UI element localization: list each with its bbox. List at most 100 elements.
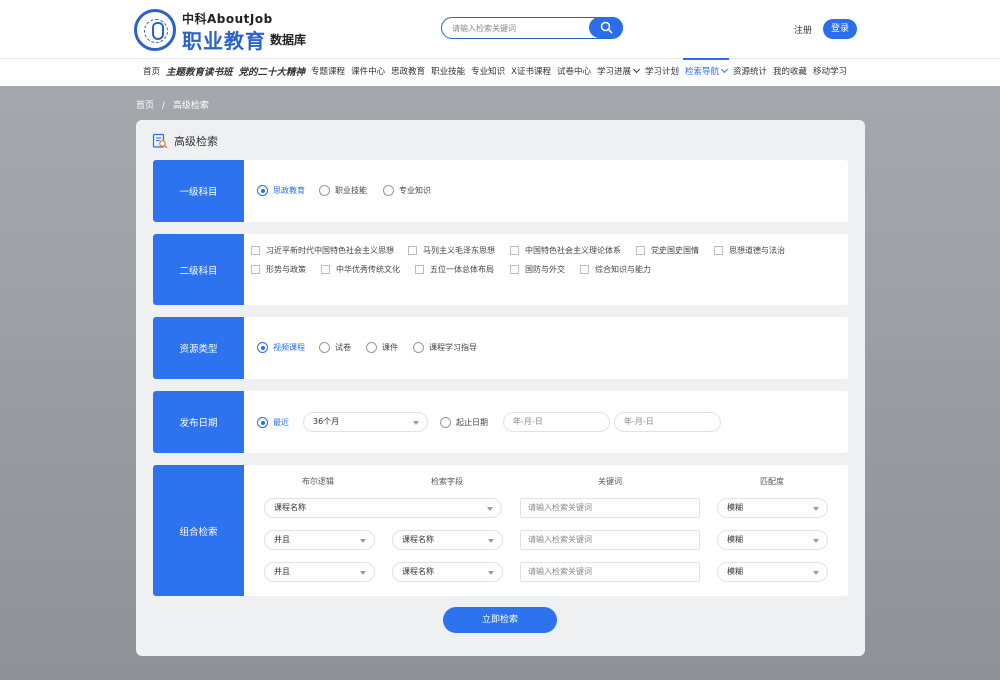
checkbox-icon	[636, 246, 645, 255]
nav-item-progress-label: 学习进展	[596, 67, 631, 77]
nav-item-x-cert[interactable]: X证书课程	[511, 59, 551, 86]
bool-select-3[interactable]: 并且	[264, 562, 375, 582]
select-value: 并且	[274, 567, 290, 576]
search-input[interactable]	[452, 21, 587, 35]
field-select-1[interactable]: 课程名称	[264, 498, 502, 518]
level2-subject-row: 二级科目 习近平新时代中国特色社会主义思想 马列主义毛泽东思想 中国特色社会主义…	[153, 234, 848, 305]
nav-item-stats[interactable]: 资源统计	[733, 59, 767, 86]
panel-header: 高级检索	[152, 132, 218, 150]
login-button[interactable]: 登录	[823, 19, 857, 39]
level2-option-defense[interactable]: 国防与外交	[510, 264, 565, 275]
level1-subject-label: 一级科目	[153, 160, 244, 222]
nav-item-plan[interactable]: 学习计划	[645, 59, 679, 86]
option-label: 课程学习指导	[429, 343, 477, 352]
nav-bar: 首页 主题教育读书班 党的二十大精神 专题课程 课件中心 思政教育 职业技能 专…	[0, 58, 1000, 86]
nav-item-professional[interactable]: 专业知识	[471, 59, 505, 86]
dropdown-arrow-icon	[813, 571, 819, 575]
checkbox-icon	[510, 246, 519, 255]
level2-option-policy[interactable]: 形势与政策	[251, 264, 306, 275]
start-date-input[interactable]: 年-月-日	[503, 412, 610, 432]
option-label: 专业知识	[399, 186, 431, 195]
combined-search-label: 组合检索	[153, 465, 244, 596]
nav-item-exams[interactable]: 试卷中心	[557, 59, 591, 86]
nav-item-search-nav-label: 检索导航	[685, 67, 720, 77]
date-option-recent[interactable]: 最近	[257, 417, 289, 428]
option-label: 视频课程	[273, 343, 305, 352]
logo[interactable]: 中科AboutJob 职业教育 数据库	[134, 7, 314, 53]
level2-option-history[interactable]: 党史国史国情	[636, 245, 699, 256]
main-nav: 首页 主题教育读书班 党的二十大精神 专题课程 课件中心 思政教育 职业技能 专…	[143, 58, 853, 86]
level2-option-culture[interactable]: 中华优秀传统文化	[321, 264, 400, 275]
resource-type-row: 资源类型 视频课程 试卷 课件 课程学习指导	[153, 317, 848, 379]
nav-item-theme-study[interactable]: 主题教育读书班	[166, 59, 233, 86]
checkbox-icon	[580, 265, 589, 274]
resource-option-guide[interactable]: 课程学习指导	[413, 342, 477, 353]
option-label: 五位一体总体布局	[430, 265, 494, 274]
dropdown-arrow-icon	[487, 507, 493, 511]
dropdown-arrow-icon	[488, 539, 494, 543]
radio-icon	[383, 185, 394, 196]
option-label: 形势与政策	[266, 265, 306, 274]
option-label: 国防与外交	[525, 265, 565, 274]
bool-select-2[interactable]: 并且	[264, 530, 375, 550]
nav-item-skills[interactable]: 职业技能	[431, 59, 465, 86]
level1-option-professional[interactable]: 专业知识	[383, 185, 431, 196]
level1-option-ideology[interactable]: 思政教育	[257, 185, 305, 196]
col-header-bool: 布尔逻辑	[302, 477, 334, 486]
chevron-down-icon	[720, 65, 729, 74]
option-label: 思想道德与法治	[729, 246, 785, 255]
register-link[interactable]: 注册	[794, 23, 812, 36]
level2-option-xi-thought[interactable]: 习近平新时代中国特色社会主义思想	[251, 245, 394, 256]
level2-option-morality-law[interactable]: 思想道德与法治	[714, 245, 785, 256]
nav-item-topics[interactable]: 专题课程	[311, 59, 345, 86]
level1-option-skills[interactable]: 职业技能	[319, 185, 367, 196]
resource-type-label: 资源类型	[153, 317, 244, 379]
nav-item-party-congress[interactable]: 党的二十大精神	[239, 59, 306, 86]
option-label: 中国特色社会主义理论体系	[525, 246, 621, 255]
option-label: 课件	[382, 343, 398, 352]
breadcrumb-home[interactable]: 首页	[136, 101, 154, 111]
keyword-input-1[interactable]: 请输入检索关键词	[520, 498, 700, 518]
keyword-input-3[interactable]: 请输入检索关键词	[520, 562, 700, 582]
end-date-input[interactable]: 年-月-日	[614, 412, 721, 432]
match-select-2[interactable]: 模糊	[717, 530, 828, 550]
search-button[interactable]	[589, 17, 623, 38]
radio-icon	[366, 342, 377, 353]
recent-period-select[interactable]: 36个月	[303, 412, 428, 432]
match-select-3[interactable]: 模糊	[717, 562, 828, 582]
checkbox-icon	[408, 246, 417, 255]
nav-item-progress[interactable]: 学习进展	[596, 59, 641, 86]
keyword-input-2[interactable]: 请输入检索关键词	[520, 530, 700, 550]
advanced-search-panel: 高级检索 一级科目 思政教育 职业技能 专业知识 二级科目 习近平新时代中国特色…	[136, 120, 865, 656]
logo-line2: 职业教育	[182, 29, 266, 53]
field-select-2[interactable]: 课程名称	[392, 530, 503, 550]
nav-item-mobile[interactable]: 移动学习	[813, 59, 847, 86]
nav-item-favorites[interactable]: 我的收藏	[773, 59, 807, 86]
dropdown-arrow-icon	[813, 507, 819, 511]
radio-icon	[413, 342, 424, 353]
breadcrumb-separator: /	[161, 101, 165, 111]
search-submit-button[interactable]: 立即检索	[443, 607, 557, 633]
select-value: 课程名称	[274, 503, 306, 512]
match-select-1[interactable]: 模糊	[717, 498, 828, 518]
nav-item-search-nav[interactable]: 检索导航	[682, 58, 730, 86]
option-label: 思政教育	[273, 186, 305, 195]
select-value: 模糊	[727, 567, 743, 576]
resource-option-video[interactable]: 视频课程	[257, 342, 305, 353]
option-label: 习近平新时代中国特色社会主义思想	[266, 246, 394, 255]
level2-option-socialism-theory[interactable]: 中国特色社会主义理论体系	[510, 245, 621, 256]
level2-option-five-in-one[interactable]: 五位一体总体布局	[415, 264, 494, 275]
col-header-match: 匹配度	[760, 477, 784, 486]
breadcrumb-current: 高级检索	[172, 101, 209, 111]
nav-item-courseware[interactable]: 课件中心	[351, 59, 385, 86]
dropdown-arrow-icon	[360, 539, 366, 543]
resource-option-courseware[interactable]: 课件	[366, 342, 398, 353]
nav-item-ideology[interactable]: 思政教育	[391, 59, 425, 86]
nav-item-home[interactable]: 首页	[143, 59, 160, 86]
field-select-3[interactable]: 课程名称	[392, 562, 503, 582]
search-box	[441, 17, 623, 39]
date-option-range[interactable]: 起止日期	[440, 417, 488, 428]
resource-option-exam[interactable]: 试卷	[319, 342, 351, 353]
level2-option-marxism[interactable]: 马列主义毛泽东思想	[408, 245, 495, 256]
level2-option-general[interactable]: 综合知识与能力	[580, 264, 651, 275]
